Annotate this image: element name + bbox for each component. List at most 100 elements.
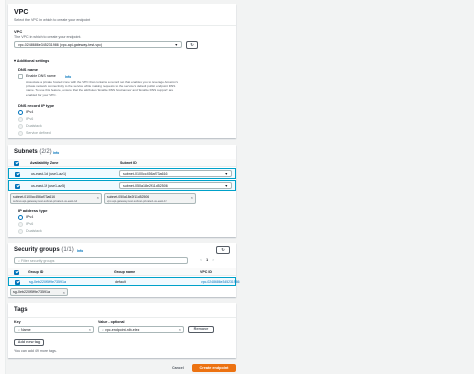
side-navigation-rail	[0, 0, 6, 374]
subnets-select-all-checkbox[interactable]	[14, 160, 19, 166]
clear-icon[interactable]: ×	[89, 327, 91, 333]
ip-dualstack-radio[interactable]	[18, 229, 23, 234]
caret-down-icon: ▼	[224, 184, 228, 188]
tags-panel: Tags Key Value - optional ⌕ Name × ⌕ vpc…	[8, 303, 236, 358]
security-group-token-label: sg-0eb220f5f9e73591a	[13, 290, 50, 294]
security-group-vpc-id[interactable]: vpc-0248686e345231986	[201, 280, 239, 284]
col-availability-zone: Availability Zone	[30, 161, 59, 165]
dns-name-label: DNS name	[18, 67, 39, 72]
ip-ipv4-label: IPv4	[26, 215, 34, 219]
create-endpoint-button[interactable]: Create endpoint	[192, 364, 236, 372]
caret-down-icon: ▼	[174, 43, 178, 47]
security-groups-panel: Security groups (1/1) Info ↻ ⌕ Filter se…	[8, 243, 239, 297]
subnet-row-checkbox[interactable]	[15, 183, 20, 189]
remove-token-icon[interactable]: ×	[191, 195, 193, 200]
dns-description: Associate a private hosted zone with the…	[26, 80, 179, 97]
additional-settings-toggle[interactable]: ▾ Additional settings	[14, 58, 49, 63]
ip-ipv6-radio[interactable]	[18, 222, 23, 227]
security-group-id[interactable]: sg-0eb220f5f9e73591a	[29, 280, 66, 284]
subnets-table-header: Availability Zone Subnet ID	[8, 159, 236, 167]
additional-settings-label: Additional settings	[16, 59, 50, 63]
security-groups-select-all-checkbox[interactable]	[14, 269, 19, 275]
enable-dns-info-link[interactable]: Info	[65, 75, 71, 79]
dns-ip-ipv4-radio[interactable]	[18, 110, 23, 115]
security-groups-table-header: Group ID Group name VPC ID	[8, 268, 236, 276]
refresh-icon: ↻	[190, 43, 194, 47]
subnet-token-name: subnet-api-gateway-test-subnet-private1-…	[13, 199, 78, 203]
filter-security-groups-input[interactable]: ⌕ Filter security groups	[14, 257, 188, 264]
pager-page[interactable]: 1	[206, 258, 208, 262]
vpc-panel: VPC Select the VPC in which to create yo…	[8, 4, 236, 138]
refresh-vpc-button[interactable]: ↻	[186, 41, 198, 49]
security-group-token: sg-0eb220f5f9e73591a ×	[10, 288, 68, 296]
caret-down-icon: ▼	[224, 172, 228, 176]
col-group-id: Group ID	[28, 270, 44, 274]
subnet-row-select[interactable]: subnet-0100cc456af73a616 ▼	[119, 170, 232, 177]
refresh-security-groups-button[interactable]: ↻	[216, 246, 230, 254]
tag-value-value: vpc-endpoint-nlb-elez	[105, 328, 140, 332]
tag-key-input[interactable]: ⌕ Name ×	[14, 326, 94, 333]
dns-ip-service-defined-radio[interactable]	[18, 131, 23, 136]
subnet-row-select-value: subnet-050a18e2f11d52506	[123, 184, 168, 188]
vpc-select-value: vpc-0248686e345231986 (vpc-api-gateway-t…	[18, 43, 103, 47]
ip-ipv4-radio[interactable]	[18, 215, 23, 220]
refresh-icon: ↻	[221, 248, 225, 252]
dns-ip-ipv6-radio[interactable]	[18, 117, 23, 122]
vpc-subtitle: Select the VPC in which to create your e…	[14, 18, 91, 22]
clear-icon[interactable]: ×	[179, 327, 181, 333]
tag-key-value: Name	[21, 328, 31, 332]
divider	[8, 25, 236, 26]
tag-key-label: Key	[14, 320, 21, 324]
col-group-name: Group name	[114, 270, 136, 274]
subnet-row[interactable]: us-east-1f (use1-az5) subnet-050a18e2f11…	[8, 180, 236, 191]
dns-ip-dualstack-radio[interactable]	[18, 124, 23, 129]
security-group-row-checkbox[interactable]	[15, 279, 20, 285]
enable-dns-checkbox[interactable]	[18, 74, 23, 79]
tags-title: Tags	[14, 307, 28, 313]
subnets-panel: Subnets (2/2) Info Availability Zone Sub…	[8, 145, 236, 237]
col-vpc-id: VPC ID	[200, 270, 212, 274]
subnets-title: Subnets (2/2)	[14, 149, 52, 155]
dns-ip-ipv4-label: IPv4	[26, 110, 34, 114]
subnet-row-az: us-east-1d (use1-az1)	[31, 172, 67, 176]
pager-prev-icon[interactable]: <	[200, 258, 202, 262]
subnet-row-select-value: subnet-0100cc456af73a616	[123, 172, 168, 176]
remove-token-icon[interactable]: ×	[63, 290, 65, 295]
vpc-select[interactable]: vpc-0248686e345231986 (vpc-api-gateway-t…	[14, 41, 182, 48]
subnet-row-az: us-east-1f (use1-az5)	[31, 184, 66, 188]
tag-value-input[interactable]: ⌕ vpc-endpoint-nlb-elez ×	[98, 326, 184, 333]
enable-dns-label: Enable DNS name	[26, 74, 56, 78]
dns-ip-service-defined-label: Service defined	[26, 131, 51, 135]
divider	[8, 317, 236, 318]
dns-ip-ipv6-label: IPv6	[26, 117, 34, 121]
subnet-row-checkbox[interactable]	[15, 171, 20, 177]
remove-tag-button[interactable]: Remove	[188, 326, 214, 333]
subnets-info-link[interactable]: Info	[53, 151, 59, 155]
security-group-row[interactable]: sg-0eb220f5f9e73591a default vpc-0248686…	[8, 277, 239, 286]
tags-hint: You can add 49 more tags.	[14, 349, 57, 353]
security-groups-count: (1/1)	[61, 247, 74, 253]
pagination: < 1 >	[200, 258, 214, 262]
security-groups-title: Security groups (1/1)	[14, 247, 74, 253]
search-icon: ⌕	[18, 259, 21, 263]
subnets-title-text: Subnets	[14, 149, 38, 155]
subnet-token: subnet-0100cc456af73a616 subnet-api-gate…	[10, 193, 102, 204]
remove-token-icon[interactable]: ×	[97, 195, 99, 200]
vpc-title: VPC	[14, 9, 29, 16]
col-subnet-id: Subnet ID	[120, 161, 137, 165]
search-icon: ⌕	[102, 328, 105, 332]
security-groups-info-link[interactable]: Info	[77, 249, 83, 253]
vpc-field-hint: The VPC in which to create your endpoint…	[14, 35, 82, 39]
subnets-count: (2/2)	[39, 149, 52, 155]
subnet-row[interactable]: us-east-1d (use1-az1) subnet-0100cc456af…	[8, 168, 236, 179]
subnet-token-name: vpc-api-gateway-test-subnet-private2-us-…	[107, 199, 167, 203]
add-new-tag-button[interactable]: Add new tag	[14, 339, 44, 346]
security-groups-title-text: Security groups	[14, 247, 60, 253]
subnet-row-select[interactable]: subnet-050a18e2f11d52506 ▼	[119, 182, 232, 189]
dns-ip-dualstack-label: Dualstack	[26, 124, 42, 128]
pager-next-icon[interactable]: >	[212, 258, 214, 262]
ip-dualstack-label: Dualstack	[26, 229, 42, 233]
search-icon: ⌕	[18, 328, 21, 332]
cancel-button[interactable]: Cancel	[172, 366, 184, 370]
ip-ipv6-label: IPv6	[26, 222, 34, 226]
